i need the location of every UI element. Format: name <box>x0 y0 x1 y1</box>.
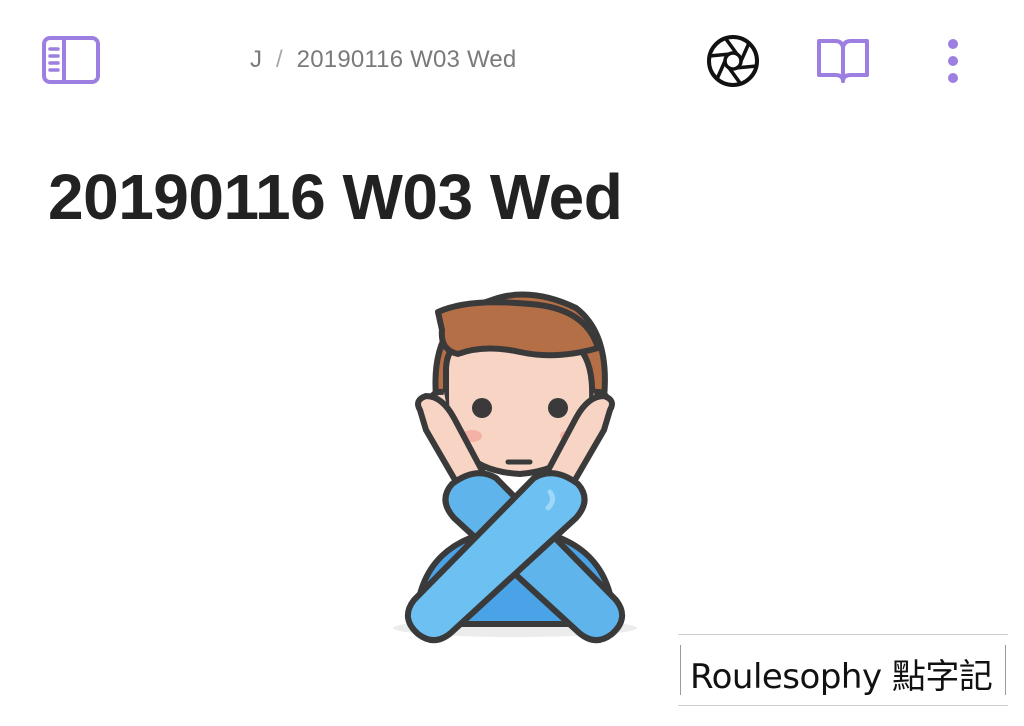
more-vertical-icon <box>948 39 958 83</box>
watermark-label: Roulesophy 點字記 <box>678 634 1008 706</box>
breadcrumb-parent[interactable]: J <box>250 46 262 74</box>
breadcrumb-separator: / <box>276 46 283 73</box>
top-bar: J / 20190116 W03 Wed <box>0 0 1024 120</box>
breadcrumb-current: 20190116 W03 Wed <box>296 46 517 73</box>
breadcrumb: J / 20190116 W03 Wed <box>250 44 516 76</box>
camera-aperture-icon <box>707 35 759 87</box>
watermark-text: Roulesophy 點字記 <box>690 657 993 697</box>
man-gesturing-no-icon <box>393 291 637 643</box>
focus-mode-button[interactable] <box>704 32 762 90</box>
book-icon <box>817 39 869 83</box>
sidebar-toggle-button[interactable] <box>40 33 102 87</box>
page-title: 20190116 W03 Wed <box>48 161 623 233</box>
sidebar-toggle-icon <box>42 36 100 84</box>
reading-mode-button[interactable] <box>814 33 872 87</box>
more-options-button[interactable] <box>936 34 970 88</box>
